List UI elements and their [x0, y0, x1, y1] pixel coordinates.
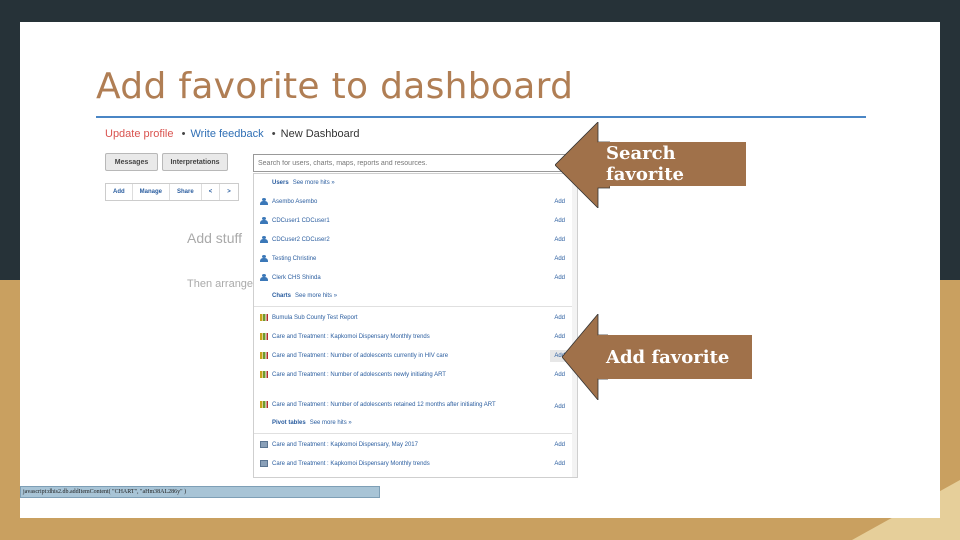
user-icon [260, 255, 268, 262]
users-see-more-link[interactable]: See more hits » [293, 180, 335, 186]
list-item[interactable]: CDCuser1 CDCuser1 Add [254, 211, 577, 230]
update-profile-link[interactable]: Update profile [105, 128, 174, 140]
list-item[interactable]: Care and Treatment : Kapkomoi Dispensary… [254, 435, 577, 454]
dashboard-toolbar: Add Manage Share < > [105, 183, 239, 201]
pivot-table-icon [260, 441, 268, 448]
add-button[interactable]: Add [554, 461, 565, 467]
new-dashboard-link[interactable]: New Dashboard [281, 128, 360, 140]
list-item[interactable]: Asembo Asembo Add [254, 192, 577, 211]
list-item[interactable]: Care and Treatment : Kapkomoi Dispensary… [254, 454, 577, 473]
top-nav: Update profile • Write feedback • New Da… [105, 128, 362, 140]
pivot-tables-heading: Pivot tables [272, 420, 306, 426]
manage-dashboard-button[interactable]: Manage [133, 184, 171, 200]
add-favorite-callout: Add favorite [598, 335, 752, 379]
add-button[interactable]: Add [554, 237, 565, 243]
messages-button[interactable]: Messages [105, 153, 158, 171]
prev-dashboard-button[interactable]: < [202, 184, 221, 200]
nav-separator: • [271, 128, 276, 140]
pivot-table-icon [260, 460, 268, 467]
list-item[interactable]: Care and Treatment : Number of adolescen… [254, 346, 577, 365]
share-dashboard-button[interactable]: Share [170, 184, 202, 200]
add-button[interactable]: Add [554, 404, 565, 410]
list-item[interactable]: CDCuser2 CDCuser2 Add [254, 230, 577, 249]
chart-icon [260, 401, 268, 408]
list-item[interactable]: Bumula Sub County Test Report Add [254, 308, 577, 327]
list-item[interactable]: Care and Treatment : Number of adolescen… [254, 365, 577, 384]
nav-separator: • [181, 128, 186, 140]
divider [254, 433, 577, 434]
chart-icon [260, 314, 268, 321]
charts-see-more-link[interactable]: See more hits » [295, 293, 337, 299]
add-button[interactable]: Add [554, 275, 565, 281]
interpretations-button[interactable]: Interpretations [162, 153, 228, 171]
user-icon [260, 217, 268, 224]
chart-icon [260, 333, 268, 340]
list-item[interactable]: Clerk CHS Shinda Add [254, 268, 577, 287]
pivot-tables-see-more-link[interactable]: See more hits » [310, 420, 352, 426]
next-dashboard-button[interactable]: > [220, 184, 238, 200]
pivot-tables-section-header: Pivot tables See more hits » [254, 414, 577, 432]
title-rule [96, 116, 866, 118]
user-icon [260, 198, 268, 205]
users-heading: Users [272, 180, 289, 186]
search-results-dropdown: Users See more hits » Asembo Asembo Add C… [253, 173, 578, 478]
charts-section-header: Charts See more hits » [254, 287, 577, 305]
list-item[interactable]: Care and Treatment : Number of adolescen… [254, 384, 577, 414]
write-feedback-link[interactable]: Write feedback [190, 128, 263, 140]
add-button[interactable]: Add [554, 256, 565, 262]
charts-heading: Charts [272, 293, 292, 299]
list-item[interactable]: Testing Christine Add [254, 249, 577, 268]
add-dashboard-button[interactable]: Add [106, 184, 133, 200]
chart-icon [260, 352, 268, 359]
slide: Add favorite to dashboard Update profile… [20, 22, 940, 518]
empty-hint-add: Add stuff [187, 230, 243, 246]
search-input[interactable] [253, 154, 578, 172]
search-favorite-callout: Search favorite [598, 142, 746, 186]
slide-title: Add favorite to dashboard [96, 66, 574, 107]
add-button[interactable]: Add [554, 442, 565, 448]
browser-status-bar: javascript:dhis2.db.addItemContent( "CHA… [20, 486, 380, 498]
list-item[interactable]: Care and Treatment : Kapkomoi Dispensary… [254, 327, 577, 346]
chart-icon [260, 371, 268, 378]
users-section-header: Users See more hits » [254, 174, 577, 192]
divider [254, 306, 577, 307]
user-icon [260, 274, 268, 281]
add-button[interactable]: Add [554, 218, 565, 224]
user-icon [260, 236, 268, 243]
empty-hint-arrange: Then arrange [187, 278, 254, 290]
